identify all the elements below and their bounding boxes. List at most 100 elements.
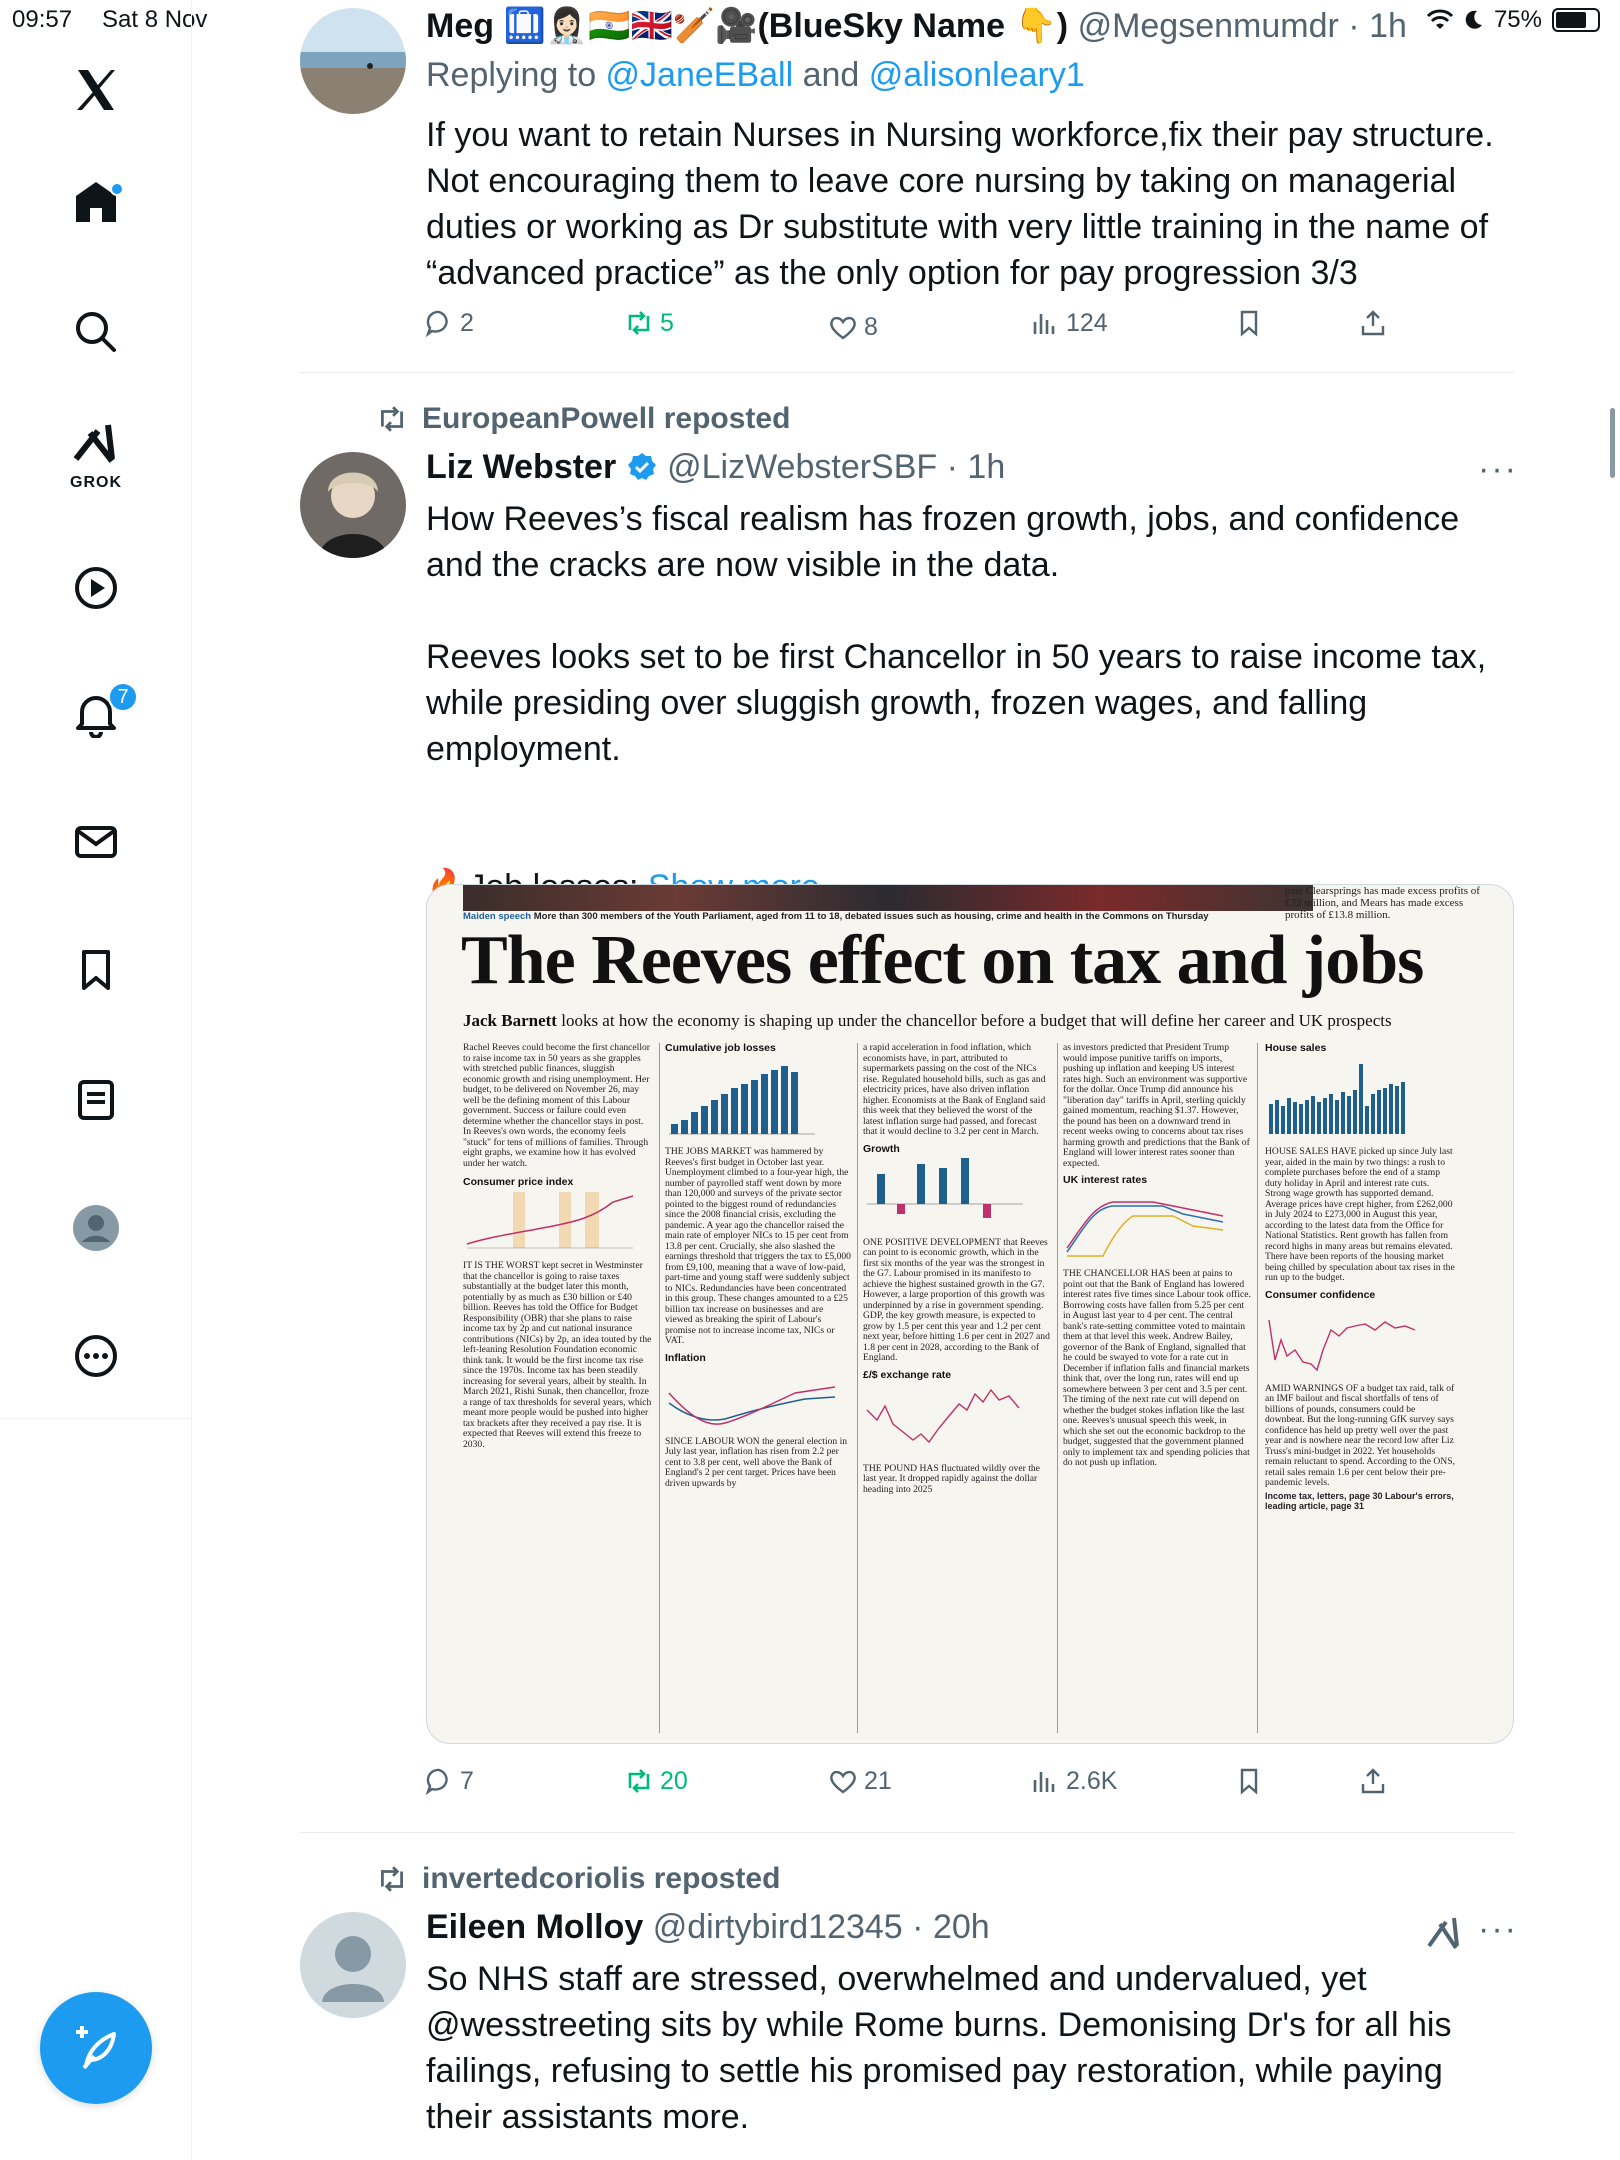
share-button[interactable]: [1358, 308, 1388, 338]
views-button[interactable]: 2.6K: [1030, 1766, 1117, 1796]
column-text: a rapid acceleration in food inflation, …: [863, 1043, 1046, 1137]
chart-title: Consumer price index: [463, 1176, 574, 1188]
chart-title: UK interest rates: [1063, 1174, 1148, 1186]
repost-icon: [628, 311, 650, 335]
chart-title: Cumulative job losses: [665, 1043, 776, 1054]
tweet-text: So NHS staff are stressed, overwhelmed a…: [426, 1960, 1452, 2136]
repost-button[interactable]: 5: [624, 308, 674, 338]
byline-author: Jack Barnett: [463, 1011, 557, 1030]
battery-icon: [1552, 8, 1600, 32]
article-column-5: House sales HOUSE SALES HAVE picked up s…: [1265, 1043, 1455, 1723]
like-button[interactable]: 8: [828, 312, 878, 342]
mention-link[interactable]: @JaneEBall: [606, 56, 794, 94]
more-options-button[interactable]: ···: [1478, 450, 1518, 489]
reposted-by[interactable]: EuropeanPowell reposted: [422, 402, 790, 436]
article-column-2: Cumulative job losses THE JOBS MARKET wa…: [665, 1043, 851, 1723]
article-column-1: Rachel Reeves could become the first cha…: [463, 1043, 653, 1723]
nav-grok[interactable]: GROK: [0, 406, 192, 506]
repost-button[interactable]: 20: [624, 1766, 688, 1796]
like-button[interactable]: 21: [828, 1766, 892, 1796]
list-icon: [78, 1080, 114, 1120]
chart-title: Inflation: [665, 1351, 706, 1364]
column-text: ONE POSITIVE DEVELOPMENT that Reeves can…: [863, 1236, 1050, 1363]
article-footer: Income tax, letters, page 30 Labour's er…: [1265, 1490, 1454, 1512]
status-indicators: 75%: [1426, 6, 1600, 34]
author-name[interactable]: Liz Webster: [426, 448, 616, 486]
profile-icon: [73, 1205, 119, 1251]
bookmark-icon: [82, 950, 110, 990]
chart-title: £/$ exchange rate: [863, 1368, 952, 1381]
repost-icon: [628, 1769, 650, 1793]
separator-dot: ·: [912, 1908, 924, 1946]
job-losses-chart: [669, 1065, 815, 1134]
author-handle[interactable]: @dirtybird12345: [653, 1908, 903, 1946]
tweet-divider: [300, 372, 1514, 373]
x-logo-icon[interactable]: [0, 40, 192, 140]
replying-and: and: [793, 56, 869, 94]
author-name[interactable]: Meg 🛄👩🏻‍⚕️🇮🇳🇬🇧🏏🎥(BlueSky Name 👇): [426, 7, 1068, 45]
home-unread-dot: [110, 182, 124, 196]
growth-chart: [867, 1158, 1023, 1218]
more-options-button[interactable]: ···: [1478, 1910, 1518, 1949]
notification-badge: 7: [108, 682, 138, 712]
nav-messages[interactable]: [0, 792, 192, 892]
view-count: 2.6K: [1066, 1766, 1118, 1795]
share-button[interactable]: [1358, 1766, 1388, 1796]
column-text: SINCE LABOUR WON the general election in…: [665, 1435, 848, 1489]
exchange-rate-chart: [866, 1388, 1020, 1444]
scrollbar[interactable]: [1610, 408, 1615, 478]
author-handle[interactable]: @LizWebsterSBF: [667, 448, 937, 486]
compose-button[interactable]: [40, 1992, 152, 2104]
like-count: 21: [864, 1766, 892, 1795]
avatar-liz-webster[interactable]: [300, 452, 406, 558]
column-rule: [659, 1043, 660, 1733]
tweet-time[interactable]: 1h: [1369, 7, 1407, 45]
nav-more[interactable]: [0, 1306, 192, 1406]
column-text: as investors predicted that President Tr…: [1063, 1043, 1250, 1169]
avatar-default[interactable]: [300, 1912, 406, 2018]
reply-button[interactable]: 7: [424, 1766, 474, 1796]
grok-label: GROK: [70, 474, 122, 491]
avatar-meg[interactable]: [300, 8, 406, 114]
views-button[interactable]: 124: [1030, 308, 1108, 338]
author-name[interactable]: Eileen Molloy: [426, 1908, 643, 1946]
video-icon: [75, 567, 117, 609]
grok-explain-icon[interactable]: [1426, 1914, 1462, 1950]
article-column-4: as investors predicted that President Tr…: [1063, 1043, 1251, 1723]
article-image[interactable]: past Clearsprings has made excess profit…: [426, 884, 1514, 1744]
heart-icon: [830, 316, 856, 340]
nav-video[interactable]: [0, 538, 192, 638]
column-rule: [1257, 1043, 1258, 1733]
interest-rates-chart: [1066, 1200, 1224, 1257]
bookmark-button[interactable]: [1234, 1766, 1264, 1796]
reply-button[interactable]: 2: [424, 308, 474, 338]
bookmark-button[interactable]: [1234, 308, 1264, 338]
heart-icon: [830, 1770, 856, 1794]
tweet-text: If you want to retain Nurses in Nursing …: [426, 116, 1494, 292]
repost-count: 20: [660, 1766, 688, 1795]
reply-count: 7: [460, 1766, 474, 1795]
nav-notifications[interactable]: 7: [0, 664, 192, 764]
column-text: THE CHANCELLOR HAS been at pains to poin…: [1063, 1268, 1251, 1468]
reposted-by[interactable]: invertedcoriolis reposted: [422, 1862, 780, 1896]
mention-link[interactable]: @alisonleary1: [869, 56, 1085, 94]
view-count: 124: [1066, 308, 1108, 337]
nav-lists[interactable]: [0, 1050, 192, 1150]
share-icon: [1361, 310, 1385, 336]
sidebar-separator: [0, 1418, 192, 1419]
nav-profile[interactable]: [0, 1178, 192, 1278]
tweet-time[interactable]: 20h: [933, 1908, 990, 1946]
sidebar: GROK 7: [0, 0, 192, 2160]
author-handle[interactable]: @Megsenmumdr: [1078, 7, 1339, 45]
article-column-3: a rapid acceleration in food inflation, …: [863, 1043, 1053, 1723]
mail-icon: [75, 826, 117, 858]
tweet-time[interactable]: 1h: [967, 448, 1005, 486]
share-icon: [1361, 1768, 1385, 1794]
views-chart-icon: [1033, 314, 1055, 334]
nav-home[interactable]: [0, 152, 192, 252]
wifi-icon: [1426, 9, 1454, 29]
search-icon: [76, 312, 116, 352]
repost-icon: [381, 1866, 403, 1892]
nav-bookmarks[interactable]: [0, 920, 192, 1020]
nav-search[interactable]: [0, 282, 192, 382]
